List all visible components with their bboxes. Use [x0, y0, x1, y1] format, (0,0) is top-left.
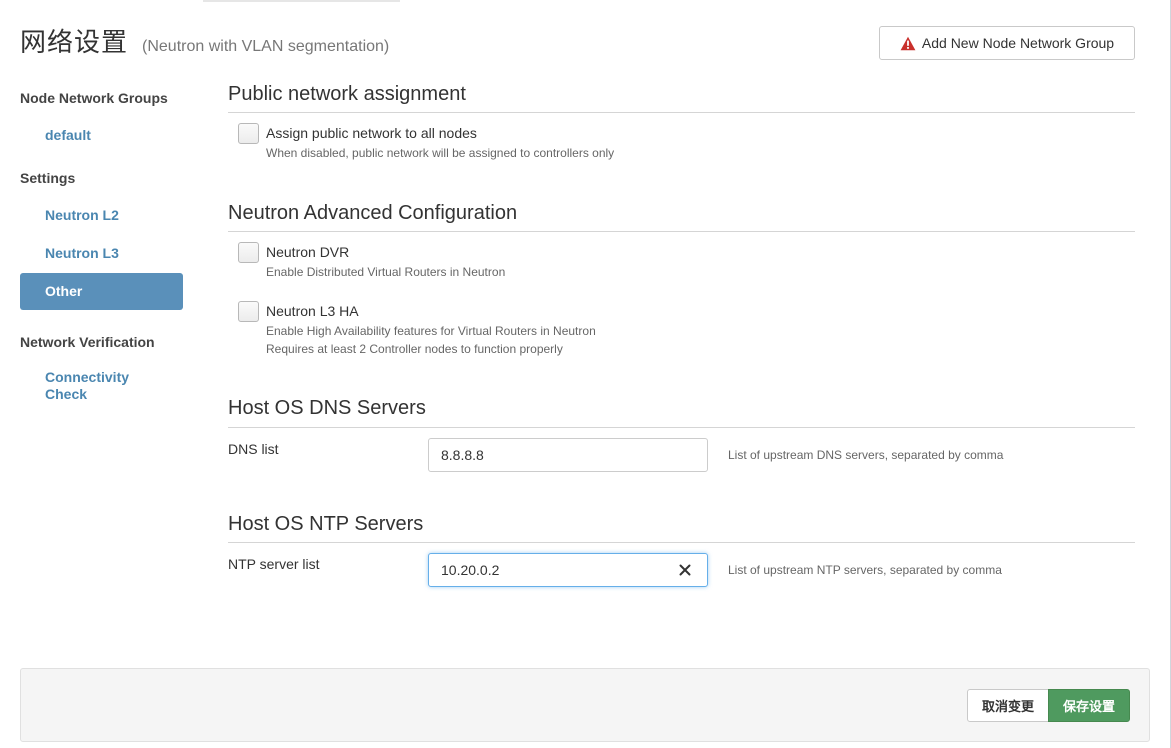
- neutron-l3-ha-checkbox[interactable]: [238, 301, 259, 322]
- section-divider: [228, 427, 1135, 428]
- connectivity-check-line-2: Check: [45, 386, 88, 402]
- save-settings-button[interactable]: 保存设置: [1048, 689, 1130, 722]
- dns-list-input[interactable]: [428, 438, 708, 472]
- ntp-server-list-input[interactable]: [428, 553, 708, 587]
- ntp-server-list-label: NTP server list: [228, 556, 320, 572]
- section-title-public-network: Public network assignment: [228, 83, 466, 105]
- clear-input-icon[interactable]: [676, 561, 694, 579]
- sidebar-item-other[interactable]: Other: [20, 273, 183, 310]
- ntp-server-list-help: List of upstream NTP servers, separated …: [728, 563, 1002, 577]
- connectivity-check-line-1: Connectivity: [45, 369, 130, 385]
- top-tab-indicator: [203, 0, 400, 2]
- add-node-network-group-button[interactable]: Add New Node Network Group: [879, 26, 1135, 60]
- neutron-dvr-label: Neutron DVR: [266, 244, 350, 260]
- sidebar-group-settings: Settings: [20, 170, 76, 186]
- neutron-l3-ha-label: Neutron L3 HA: [266, 303, 359, 319]
- neutron-l3-ha-description-2: Requires at least 2 Controller nodes to …: [266, 342, 563, 356]
- page-header: 网络设置 (Neutron with VLAN segmentation): [20, 22, 389, 59]
- sidebar-item-default[interactable]: default: [20, 127, 183, 144]
- section-title-dns: Host OS DNS Servers: [228, 397, 426, 419]
- sidebar-item-connectivity-check[interactable]: Connectivity Check: [20, 369, 183, 403]
- section-divider: [228, 542, 1135, 543]
- dns-list-label: DNS list: [228, 441, 279, 457]
- assign-public-network-label: Assign public network to all nodes: [266, 125, 477, 141]
- section-divider: [228, 231, 1135, 232]
- sidebar-item-neutron-l2[interactable]: Neutron L2: [20, 207, 183, 224]
- neutron-l3-ha-description-1: Enable High Availability features for Vi…: [266, 324, 596, 338]
- page-subtitle: (Neutron with VLAN segmentation): [142, 38, 390, 55]
- add-node-network-group-label: Add New Node Network Group: [921, 35, 1115, 51]
- neutron-dvr-description: Enable Distributed Virtual Routers in Ne…: [266, 265, 506, 279]
- dns-list-help: List of upstream DNS servers, separated …: [728, 448, 1004, 462]
- assign-public-network-checkbox[interactable]: [238, 123, 259, 144]
- cancel-changes-button[interactable]: 取消变更: [967, 689, 1049, 722]
- sidebar-group-node-network-groups: Node Network Groups: [20, 90, 168, 106]
- section-title-ntp: Host OS NTP Servers: [228, 513, 424, 535]
- neutron-dvr-checkbox[interactable]: [238, 242, 259, 263]
- section-title-neutron-advanced: Neutron Advanced Configuration: [228, 202, 518, 224]
- assign-public-network-description: When disabled, public network will be as…: [266, 146, 615, 160]
- sidebar-item-neutron-l3[interactable]: Neutron L3: [20, 245, 183, 262]
- sidebar: Node Network Groups default Settings Neu…: [20, 86, 183, 403]
- section-divider: [228, 112, 1135, 113]
- sidebar-group-network-verification: Network Verification: [20, 334, 155, 350]
- page-title: 网络设置: [20, 27, 129, 57]
- warning-icon: [900, 36, 916, 50]
